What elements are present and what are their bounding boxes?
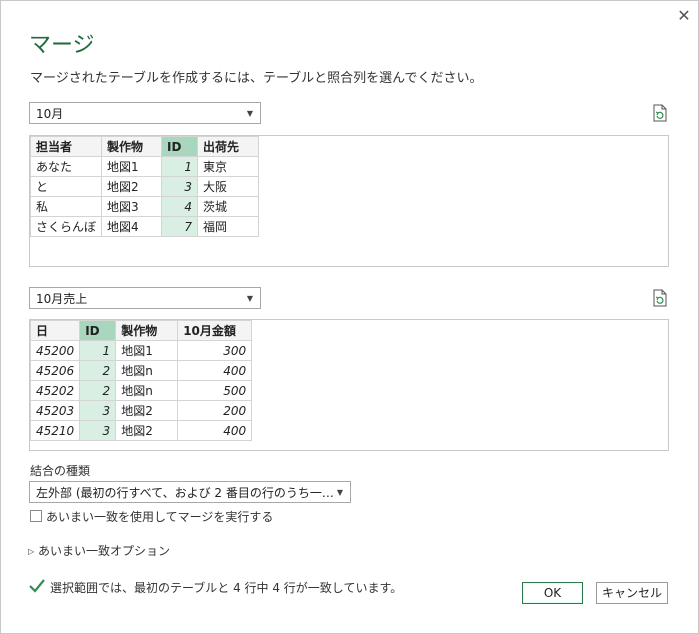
join-kind-value: 左外部 (最初の行すべて、および 2 番目の行のうち一… — [36, 486, 334, 500]
table1-header[interactable]: 製作物 — [101, 136, 163, 157]
refresh-icon[interactable] — [652, 104, 668, 122]
table-cell: 地図2 — [115, 420, 179, 441]
chevron-down-icon: ▼ — [336, 488, 343, 497]
fuzzy-options-expander[interactable]: ▷ あいまい一致オプション — [28, 542, 170, 559]
join-kind-dropdown[interactable]: 左外部 (最初の行すべて、および 2 番目の行のうち一… ▼ — [29, 481, 351, 503]
table-row: あなた 地図1 1 東京 — [30, 156, 260, 177]
table1-grid: 担当者 製作物 ID 出荷先 あなた 地図1 1 東京 と 地図2 3 大阪 私… — [30, 136, 260, 237]
table2-header[interactable]: 10月金額 — [177, 320, 253, 341]
table-cell: あなた — [30, 156, 103, 177]
table-cell: 7 — [161, 216, 199, 237]
table1-preview: 担当者 製作物 ID 出荷先 あなた 地図1 1 東京 と 地図2 3 大阪 私… — [29, 135, 669, 267]
chevron-down-icon: ▼ — [246, 109, 253, 118]
table2-header-selected[interactable]: ID — [79, 320, 117, 341]
table1-header[interactable]: 出荷先 — [197, 136, 260, 157]
table-row: と 地図2 3 大阪 — [30, 176, 260, 197]
table1-dropdown[interactable]: 10月 ▼ — [29, 102, 261, 124]
table-row: 私 地図3 4 茨城 — [30, 196, 260, 217]
table-cell: 大阪 — [197, 176, 260, 197]
fuzzy-match-checkbox[interactable] — [30, 510, 42, 522]
table1-header-selected[interactable]: ID — [161, 136, 199, 157]
cancel-button[interactable]: キャンセル — [596, 582, 668, 604]
merge-dialog: ✕ マージ マージされたテーブルを作成するには、テーブルと照合列を選んでください… — [0, 0, 699, 634]
dialog-title: マージ — [29, 33, 95, 58]
table-cell: 3 — [79, 420, 117, 441]
table-cell: 400 — [177, 360, 253, 381]
table-cell: 1 — [161, 156, 199, 177]
table-cell: 地図n — [115, 360, 179, 381]
table-cell: 地図4 — [101, 216, 163, 237]
table-cell: 福岡 — [197, 216, 260, 237]
table1-header[interactable]: 担当者 — [30, 136, 103, 157]
table-cell: 400 — [177, 420, 253, 441]
table-cell: 私 — [30, 196, 103, 217]
table2-dropdown-value: 10月売上 — [36, 292, 88, 306]
table-row: 45202 2 地図n 500 — [30, 380, 253, 401]
refresh-icon[interactable] — [652, 289, 668, 307]
table-cell: 4 — [161, 196, 199, 217]
table-cell: 2 — [79, 360, 117, 381]
table-cell: 300 — [177, 340, 253, 361]
table-cell: 45200 — [30, 340, 81, 361]
fuzzy-options-label: あいまい一致オプション — [37, 544, 170, 558]
table-row: 45203 3 地図2 200 — [30, 400, 253, 421]
close-icon[interactable]: ✕ — [673, 5, 695, 27]
table-cell: 地図2 — [101, 176, 163, 197]
dialog-subtitle: マージされたテーブルを作成するには、テーブルと照合列を選んでください。 — [30, 71, 483, 86]
table-cell: 500 — [177, 380, 253, 401]
table2-header[interactable]: 製作物 — [115, 320, 179, 341]
table-row: 45206 2 地図n 400 — [30, 360, 253, 381]
table-cell: 45202 — [30, 380, 81, 401]
chevron-down-icon: ▼ — [246, 294, 253, 303]
table-cell: 3 — [161, 176, 199, 197]
table-cell: 東京 — [197, 156, 260, 177]
ok-button[interactable]: OK — [522, 582, 583, 604]
table-cell: さくらんぼ — [30, 216, 103, 237]
table-cell: 茨城 — [197, 196, 260, 217]
table2-preview: 日 ID 製作物 10月金額 45200 1 地図1 300 45206 2 地… — [29, 319, 669, 451]
chevron-right-icon: ▷ — [28, 547, 35, 556]
fuzzy-match-label[interactable]: あいまい一致を使用してマージを実行する — [46, 508, 273, 525]
table-cell: 地図1 — [101, 156, 163, 177]
table-cell: 45210 — [30, 420, 81, 441]
table-cell: 1 — [79, 340, 117, 361]
table-row: さくらんぼ 地図4 7 福岡 — [30, 216, 260, 237]
table-cell: 地図2 — [115, 400, 179, 421]
check-icon — [29, 579, 45, 593]
table-cell: と — [30, 176, 103, 197]
table2-grid: 日 ID 製作物 10月金額 45200 1 地図1 300 45206 2 地… — [30, 320, 253, 441]
table-cell: 2 — [79, 380, 117, 401]
table2-dropdown[interactable]: 10月売上 ▼ — [29, 287, 261, 309]
table1-dropdown-value: 10月 — [36, 107, 64, 121]
table-cell: 45203 — [30, 400, 81, 421]
table-cell: 45206 — [30, 360, 81, 381]
table-cell: 200 — [177, 400, 253, 421]
table-cell: 地図1 — [115, 340, 179, 361]
table-cell: 地図n — [115, 380, 179, 401]
join-kind-label: 結合の種類 — [30, 464, 91, 478]
table-cell: 地図3 — [101, 196, 163, 217]
table-row: 45200 1 地図1 300 — [30, 340, 253, 361]
table-row: 45210 3 地図2 400 — [30, 420, 253, 441]
table2-header[interactable]: 日 — [30, 320, 81, 341]
table-cell: 3 — [79, 400, 117, 421]
match-status: 選択範囲では、最初のテーブルと 4 行中 4 行が一致しています。 — [50, 581, 403, 595]
